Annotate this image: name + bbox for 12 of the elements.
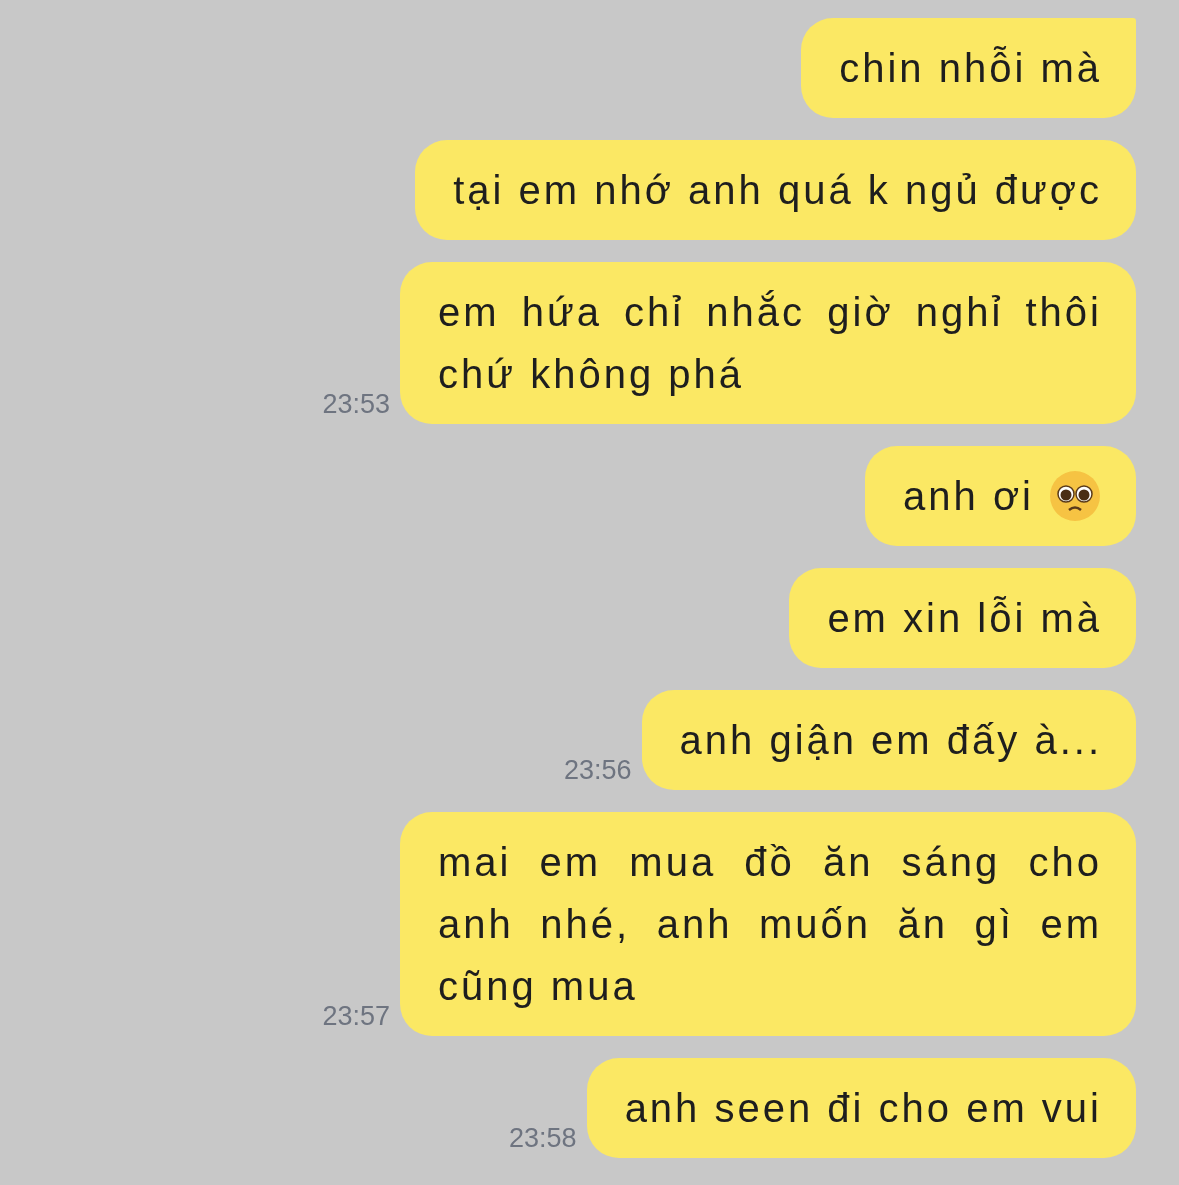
message-bubble: tại em nhớ anh quá k ngủ được (415, 140, 1136, 240)
message-bubble: em hứa chỉ nhắc giờ nghỉ thôi chứ không phá (400, 262, 1136, 424)
message-bubble: chin nhỗi mà (801, 18, 1136, 118)
message-time: 23:53 (322, 391, 390, 418)
message-time: 23:56 (563, 757, 632, 784)
message-time: 23:57 (322, 1003, 390, 1030)
message-bubble: em xin lỗi mà (789, 568, 1136, 668)
message-time: 23:58 (509, 1125, 577, 1152)
message-bubble: anh ơi (865, 446, 1136, 546)
message-bubble: mai em mua đồ ăn sáng cho anh nhé, anh muốn ăn gì em cũng mua (400, 812, 1136, 1036)
message-bubble: anh seen đi cho em vui (586, 1058, 1136, 1158)
message-bubble: anh giận em đấy à... (641, 690, 1136, 790)
